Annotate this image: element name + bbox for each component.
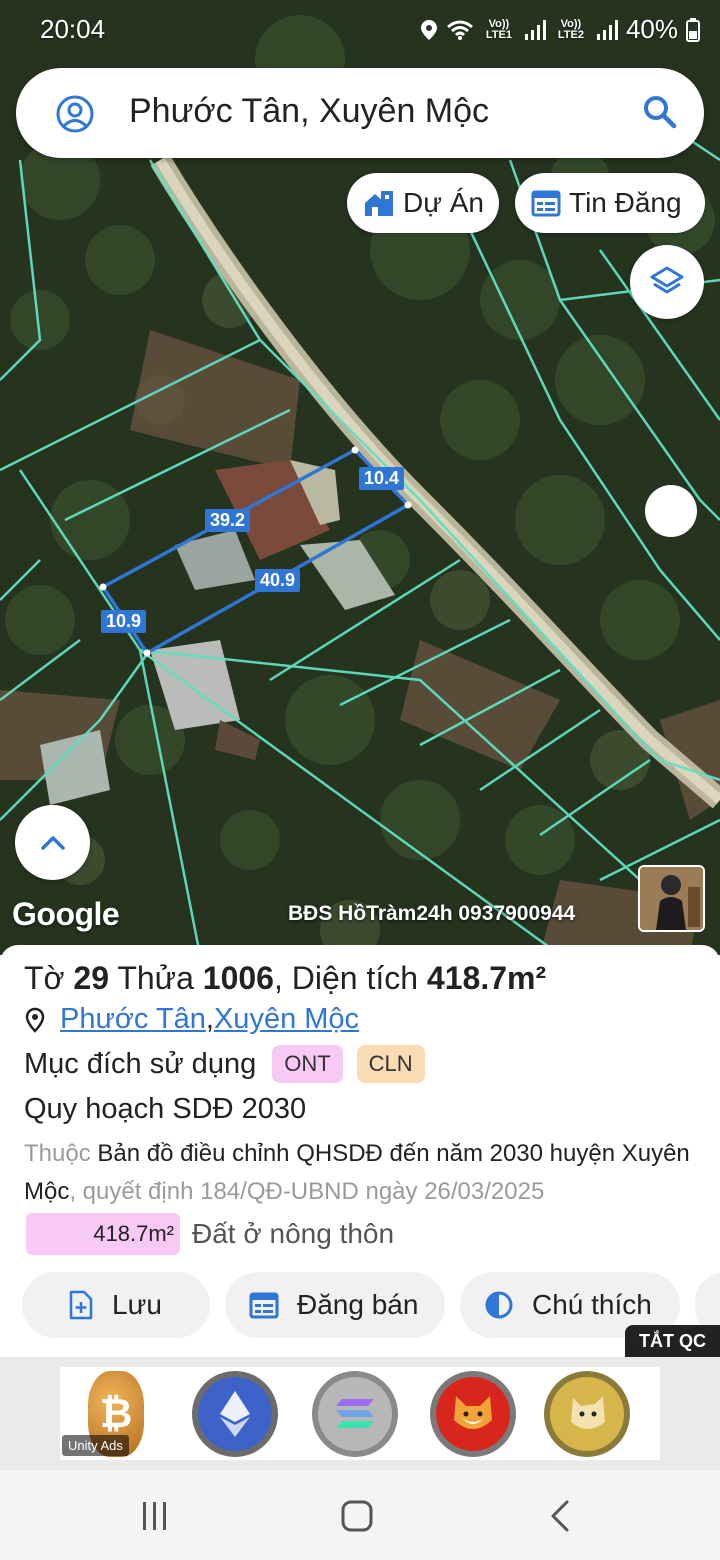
area-type-label: Đất ở nông thôn — [192, 1218, 395, 1249]
usage-badge-ont[interactable]: ONT — [272, 1045, 343, 1083]
ethereum-icon — [220, 1391, 250, 1437]
parcel-title: Tờ 29 Thửa 1006, Diện tích 418.7m² — [24, 960, 547, 996]
building-icon — [365, 191, 393, 216]
map-view[interactable]: 39.2 10.4 40.9 10.9 20:04 Vo)) LTE1 Vo))… — [0, 0, 720, 955]
watermark-text: BĐS HồTràm24h 0937900944 — [288, 902, 576, 925]
usage-row: Mục đích sử dụng ONT CLN — [24, 1045, 425, 1083]
area-row: 418.7m² Đất ở nông thôn — [26, 1213, 394, 1255]
contrast-icon — [485, 1291, 513, 1319]
sheet-number: 29 — [73, 960, 110, 996]
dogecoin-coin — [544, 1371, 630, 1457]
google-logo: Google — [12, 896, 120, 932]
parcel-area: 418.7m² — [426, 960, 547, 996]
expand-button[interactable] — [15, 805, 90, 880]
system-nav-bar — [0, 1470, 720, 1560]
location-pin-icon — [25, 1007, 45, 1033]
recent-apps-icon — [143, 1502, 166, 1530]
area-bar: 418.7m² — [26, 1213, 180, 1255]
listings-chip-label: Tin Đăng — [569, 187, 682, 218]
commune-link[interactable]: Phước Tân — [60, 1003, 206, 1036]
drag-handle[interactable] — [645, 485, 697, 537]
search-bar[interactable]: Phước Tân, Xuyên Mộc — [16, 68, 704, 158]
usage-badge-cln[interactable]: CLN — [356, 1045, 425, 1083]
wifi-icon — [446, 20, 473, 40]
solana-icon — [336, 1399, 374, 1428]
signal-icon — [596, 19, 618, 40]
location-icon — [420, 19, 437, 40]
post-sale-button[interactable]: Đăng bán — [225, 1272, 445, 1338]
avatar[interactable] — [638, 865, 705, 932]
signal-icon — [524, 19, 546, 40]
save-button-label: Lưu — [112, 1289, 162, 1320]
status-icons: Vo)) LTE1 Vo)) LTE2 40% — [420, 14, 700, 45]
projects-chip-label: Dự Án — [403, 187, 484, 218]
status-bar: 20:04 Vo)) LTE1 Vo)) LTE2 40% — [0, 0, 720, 58]
avatar-image — [640, 867, 703, 930]
legend-button-label: Chú thích — [532, 1289, 652, 1320]
sim1-label: Vo)) LTE1 — [485, 17, 512, 41]
home-button[interactable] — [317, 1494, 397, 1538]
battery-icon — [686, 17, 700, 42]
listings-chip[interactable]: Tin Đăng — [515, 173, 705, 233]
back-button[interactable] — [520, 1494, 600, 1538]
back-icon — [551, 1500, 569, 1532]
recent-apps-button[interactable] — [115, 1494, 195, 1538]
district-link[interactable]: Xuyên Mộc — [214, 1003, 359, 1036]
close-ad-button[interactable]: TẮT QC — [625, 1325, 720, 1357]
plot-number: 1006 — [202, 960, 274, 996]
usage-label: Mục đích sử dụng — [24, 1047, 257, 1080]
calendar-list-icon — [531, 190, 561, 217]
battery-percent: 40% — [625, 14, 678, 44]
ad-banner[interactable]: ₿ Unity Ads — [60, 1367, 660, 1460]
save-button[interactable]: Lưu — [22, 1272, 210, 1338]
doge-icon — [571, 1396, 605, 1429]
dimension-label: 40.9 — [255, 569, 301, 592]
layers-icon — [650, 266, 684, 294]
search-icon[interactable] — [642, 94, 678, 130]
solana-coin — [312, 1371, 398, 1457]
dimension-label: 10.4 — [359, 467, 405, 490]
projects-chip[interactable]: Dự Án — [347, 173, 499, 233]
ethereum-coin — [192, 1371, 278, 1457]
account-icon[interactable] — [56, 95, 94, 133]
calendar-list-icon — [249, 1292, 279, 1319]
chevron-up-icon — [40, 835, 65, 850]
sim2-label: Vo)) LTE2 — [557, 17, 584, 41]
shiba-coin — [430, 1371, 516, 1457]
dimension-label: 39.2 — [205, 509, 251, 532]
location-row: Phước Tân, Xuyên Mộc — [24, 1003, 359, 1036]
dimension-label: 10.9 — [101, 610, 147, 633]
status-time: 20:04 — [40, 14, 106, 44]
plan-description: Thuộc Bản đồ điều chỉnh QHSDĐ đến năm 20… — [24, 1140, 690, 1205]
shiba-icon — [454, 1396, 492, 1429]
ad-area: ₿ Unity Ads — [0, 1357, 720, 1470]
unity-ads-tag: Unity Ads — [62, 1435, 129, 1456]
plan-title: Quy hoạch SDĐ 2030 — [24, 1093, 307, 1125]
home-icon — [341, 1500, 373, 1532]
layers-button[interactable] — [630, 245, 704, 319]
search-input[interactable]: Phước Tân, Xuyên Mộc — [129, 92, 489, 131]
post-sale-button-label: Đăng bán — [297, 1289, 419, 1320]
file-add-icon — [69, 1290, 93, 1320]
parcel-info-sheet: Tờ 29 Thửa 1006, Diện tích 418.7m² Phước… — [0, 945, 720, 1357]
